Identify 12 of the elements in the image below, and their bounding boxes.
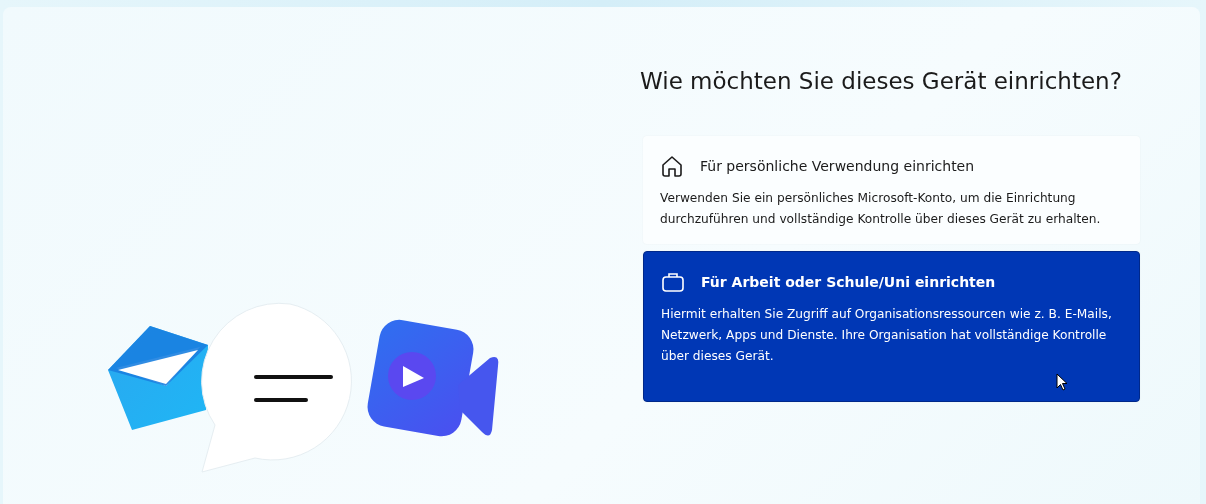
envelope-icon bbox=[108, 326, 208, 430]
home-icon bbox=[660, 154, 684, 178]
option-heading: Für persönliche Verwendung einrichten bbox=[700, 158, 975, 174]
option-heading: Für Arbeit oder Schule/Uni einrichten bbox=[701, 274, 996, 290]
option-description: Hiermit erhalten Sie Zugriff auf Organisationsressourcen wie z. B. E-Mails, Netzwerk, Apps und Dienste. Ihre Organisation hat vollständige Kontrolle über dieses Gerät. bbox=[661, 306, 1113, 365]
page-title: Wie möchten Sie dieses Gerät einrichten? bbox=[640, 68, 1123, 94]
briefcase-icon bbox=[661, 270, 685, 294]
setup-option[interactable] bbox=[643, 251, 1140, 402]
option-description: Verwenden Sie ein persönliches Microsoft-Konto, um die Einrichtung durchzuführen und vollständige Kontrolle über dieses Gerät zu erhalten. bbox=[660, 190, 1102, 228]
setup-option[interactable]: Für persönliche Verwendung einrichten Verwenden Sie ein persönliches Microsoft-Konto, um die Einrichtung durchzuführen und vollständige Kontrolle über dieses Gerät zu erhalten. bbox=[643, 136, 1140, 244]
mouse-pointer-icon bbox=[1056, 373, 1068, 391]
speech-bubble-icon bbox=[201, 302, 352, 473]
